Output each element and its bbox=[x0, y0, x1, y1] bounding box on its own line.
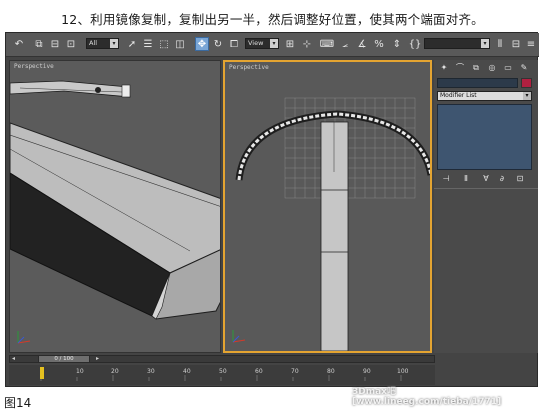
chevron-down-icon: ▾ bbox=[270, 39, 278, 48]
reference-coordinate-dropdown[interactable]: View ▾ bbox=[245, 38, 279, 49]
reference-coordinate-value: View bbox=[248, 39, 264, 47]
tick-label: 80 bbox=[327, 368, 335, 375]
modifier-list-dropdown[interactable]: Modifier List ▾ bbox=[437, 91, 532, 101]
select-object-icon[interactable]: ➚ bbox=[125, 37, 139, 51]
select-and-scale-icon[interactable]: ⧠ bbox=[227, 37, 241, 51]
tick-label: 30 bbox=[147, 368, 155, 375]
selection-filter-dropdown[interactable]: All ▾ bbox=[86, 38, 119, 49]
unlink-icon[interactable]: ⊟ bbox=[48, 37, 62, 51]
angle-snap-icon[interactable]: ∡ bbox=[355, 37, 369, 51]
tick-label: 100 bbox=[397, 368, 409, 375]
command-panel: ✦ ⌒ ⧉ ◎ ▭ ✎ Modifier List ▾ ⊣ Ⅱ ∀ ∂ ⊡ bbox=[434, 60, 538, 353]
show-end-result-icon[interactable]: Ⅱ bbox=[460, 174, 472, 184]
snaps-toggle-icon[interactable]: ⦟ bbox=[338, 37, 352, 51]
tick-label: 60 bbox=[255, 368, 263, 375]
window-crossing-icon[interactable]: ◫ bbox=[173, 37, 187, 51]
pin-stack-icon[interactable]: ⊣ bbox=[440, 174, 452, 184]
step-caption: 12、利用镜像复制，复制出另一半，然后调整好位置，使其两个端面对齐。 bbox=[61, 12, 484, 27]
viewport-label[interactable]: Perspective bbox=[229, 64, 269, 71]
divider bbox=[434, 188, 538, 189]
chevron-down-icon: ▾ bbox=[481, 39, 489, 48]
tick-label: 70 bbox=[291, 368, 299, 375]
object-name-field[interactable] bbox=[437, 78, 518, 88]
beam-closeup-render bbox=[10, 61, 220, 352]
chevron-down-icon: ▾ bbox=[110, 39, 118, 48]
figure-number: 图14 bbox=[4, 396, 32, 410]
pivot-center-icon[interactable]: ⊞ bbox=[283, 37, 297, 51]
previous-frame-icon[interactable]: ◂ bbox=[12, 356, 15, 362]
mirror-icon[interactable]: ⫴ bbox=[493, 37, 507, 51]
percent-snap-icon[interactable]: % bbox=[372, 37, 386, 51]
tick-label: 20 bbox=[111, 368, 119, 375]
remove-modifier-icon[interactable]: ∂ bbox=[496, 174, 508, 184]
select-by-name-icon[interactable]: ☰ bbox=[141, 37, 155, 51]
undo-icon[interactable]: ↶ bbox=[12, 37, 26, 51]
tick-label: 90 bbox=[363, 368, 371, 375]
tick-label: 50 bbox=[219, 368, 227, 375]
tick-label: 10 bbox=[76, 368, 84, 375]
manipulate-icon[interactable]: ⊹ bbox=[300, 37, 314, 51]
select-and-rotate-icon[interactable]: ↻ bbox=[211, 37, 225, 51]
layer-manager-icon[interactable]: ≡ bbox=[524, 37, 538, 51]
viewport-perspective-right-active[interactable]: Perspective bbox=[223, 60, 432, 353]
selection-filter-value: All bbox=[89, 39, 98, 47]
screenshot-figure: 12、利用镜像复制，复制出另一半，然后调整好位置，使其两个端面对齐。 ↶ ⧉ ⊟… bbox=[0, 0, 545, 414]
current-frame-marker[interactable] bbox=[40, 367, 44, 379]
modifier-list-label: Modifier List bbox=[440, 92, 477, 99]
select-and-move-icon[interactable]: ✥ bbox=[195, 37, 209, 51]
watermark: 3Dmax吧 [www.lineeg.com/tieba/1771] bbox=[352, 387, 502, 407]
utilities-tab-icon[interactable]: ✎ bbox=[518, 62, 530, 74]
hierarchy-tab-icon[interactable]: ⧉ bbox=[470, 62, 482, 74]
command-panel-tabs: ✦ ⌒ ⧉ ◎ ▭ ✎ bbox=[436, 62, 536, 76]
arch-and-beam-render bbox=[225, 62, 430, 351]
modify-tab-icon[interactable]: ⌒ bbox=[454, 62, 466, 74]
make-unique-icon[interactable]: ∀ bbox=[480, 174, 492, 184]
configure-modifier-sets-icon[interactable]: ⊡ bbox=[514, 174, 526, 184]
tick-label: 40 bbox=[183, 368, 191, 375]
chevron-down-icon: ▾ bbox=[523, 92, 531, 100]
spinner-snap-icon[interactable]: ⇕ bbox=[390, 37, 404, 51]
frame-indicator: 0 / 100 bbox=[54, 356, 74, 362]
next-frame-icon[interactable]: ▸ bbox=[96, 356, 99, 362]
modifier-stack-list[interactable] bbox=[437, 104, 532, 170]
time-slider-thumb[interactable]: 0 / 100 bbox=[38, 355, 90, 363]
link-icon[interactable]: ⧉ bbox=[32, 37, 46, 51]
named-selection-sets-dropdown[interactable]: ▾ bbox=[424, 38, 490, 49]
bind-space-warp-icon[interactable]: ⊡ bbox=[64, 37, 78, 51]
3dsmax-window: ↶ ⧉ ⊟ ⊡ All ▾ ➚ ☰ ⬚ ◫ ✥ ↻ ⧠ View ▾ ⊞ ⊹ ⌨… bbox=[5, 32, 539, 387]
time-slider[interactable]: ◂ 0 / 100 ▸ bbox=[9, 355, 435, 363]
main-toolbar: ↶ ⧉ ⊟ ⊡ All ▾ ➚ ☰ ⬚ ◫ ✥ ↻ ⧠ View ▾ ⊞ ⊹ ⌨… bbox=[6, 33, 539, 57]
motion-tab-icon[interactable]: ◎ bbox=[486, 62, 498, 74]
create-tab-icon[interactable]: ✦ bbox=[438, 62, 450, 74]
viewport-perspective-left[interactable]: Perspective bbox=[9, 60, 221, 353]
display-tab-icon[interactable]: ▭ bbox=[502, 62, 514, 74]
rectangular-selection-icon[interactable]: ⬚ bbox=[157, 37, 171, 51]
align-icon[interactable]: ⊟ bbox=[509, 37, 523, 51]
viewport-label[interactable]: Perspective bbox=[14, 63, 54, 70]
keyboard-shortcut-icon[interactable]: ⌨ bbox=[320, 37, 334, 51]
object-color-swatch[interactable] bbox=[521, 78, 532, 88]
named-selection-icon[interactable]: {} bbox=[408, 37, 422, 51]
track-bar[interactable]: 10 20 30 40 50 60 70 80 90 100 bbox=[9, 365, 435, 385]
